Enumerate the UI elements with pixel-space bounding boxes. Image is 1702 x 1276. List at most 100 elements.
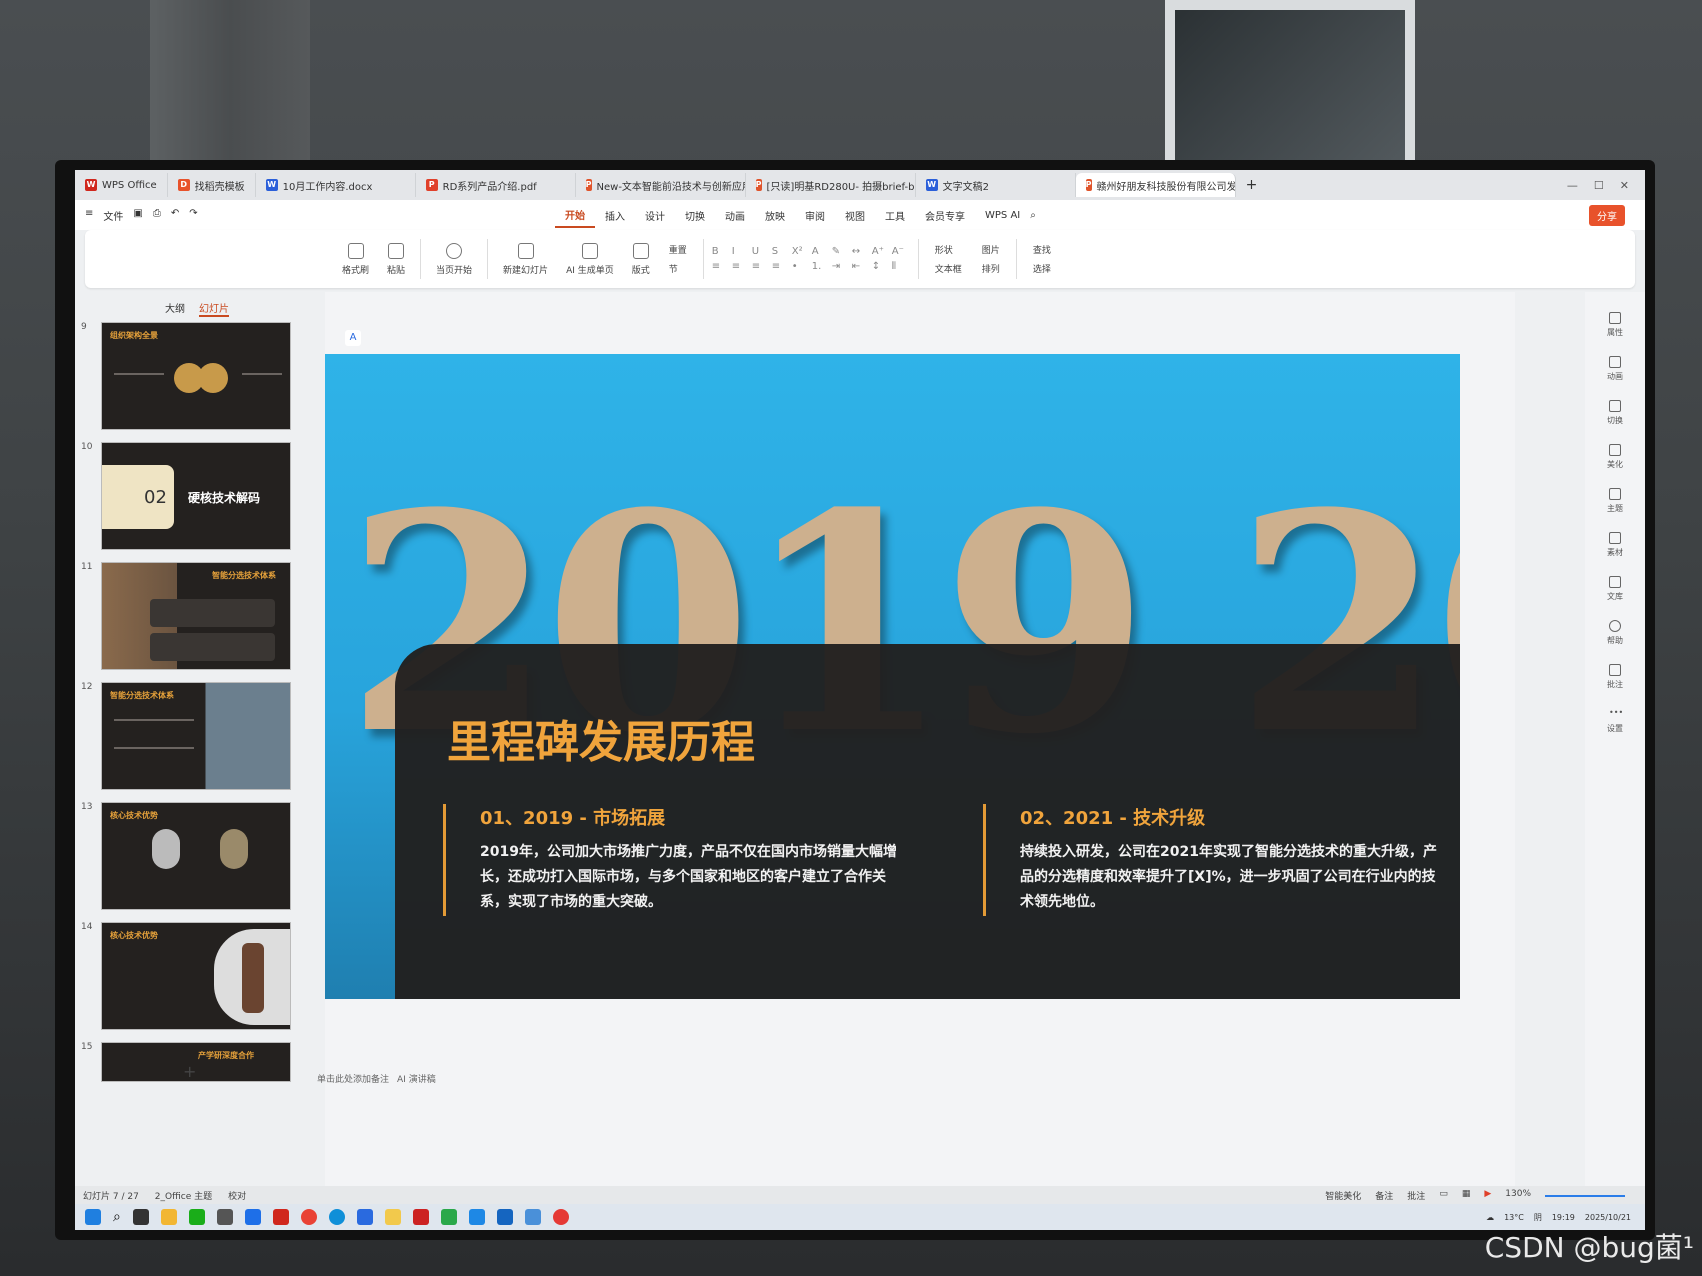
comment-button[interactable]: 批注: [1607, 664, 1623, 690]
thumbnail-row[interactable]: 9 组织架构全景: [81, 322, 291, 430]
paste-button[interactable]: 粘贴: [380, 242, 412, 276]
char-spacing-icon[interactable]: ↔: [852, 246, 870, 257]
clock-date[interactable]: 2025/10/21: [1585, 1213, 1631, 1222]
outdent-icon[interactable]: ⇤: [852, 261, 870, 272]
thumbnail-row[interactable]: 13 核心技术优势: [81, 802, 291, 910]
slide-thumbnail[interactable]: 核心技术优势: [101, 802, 291, 910]
arrange-button[interactable]: 排列: [982, 262, 1000, 275]
indent-icon[interactable]: ⇥: [832, 261, 850, 272]
numbering-icon[interactable]: 1.: [812, 261, 830, 272]
new-slide-button[interactable]: 新建幻灯片: [496, 242, 555, 276]
app-icon[interactable]: [216, 1209, 233, 1225]
align-right-icon[interactable]: ≡: [752, 261, 770, 272]
align-center-icon[interactable]: ≡: [732, 261, 750, 272]
theme-button[interactable]: 主题: [1607, 488, 1623, 514]
milestone-2019[interactable]: 01、2019 - 市场拓展 2019年，公司加大市场推广力度，产品不仅在国内市…: [443, 804, 903, 916]
comments-toggle[interactable]: 批注: [1407, 1189, 1425, 1202]
columns-icon[interactable]: ⫴: [892, 261, 910, 272]
tab-pdf[interactable]: P RD系列产品介绍.pdf: [416, 173, 576, 197]
slide-thumbnail[interactable]: 核心技术优势: [101, 922, 291, 1030]
tab-ppt-new[interactable]: P New-文本智能前沿技术与创新应用...: [576, 173, 746, 197]
reset-button[interactable]: 重置: [669, 243, 687, 256]
hamburger-icon[interactable]: ≡: [85, 208, 93, 223]
slide-title[interactable]: 里程碑发展历程: [447, 706, 755, 770]
file-explorer-icon[interactable]: [160, 1209, 177, 1225]
shape-button[interactable]: 形状: [935, 243, 962, 256]
menu-transition[interactable]: 切换: [675, 204, 715, 227]
notes-toggle[interactable]: 备注: [1375, 1189, 1393, 1202]
menu-view[interactable]: 视图: [835, 204, 875, 227]
tab-ppt-readonly[interactable]: P[只读]明基RD280U- 拍摄brief-bug...: [746, 173, 916, 197]
select-button[interactable]: 选择: [1033, 262, 1051, 275]
app-icon[interactable]: [468, 1209, 485, 1225]
proof-button[interactable]: 校对: [228, 1189, 246, 1202]
animation-button[interactable]: 动画: [1607, 356, 1623, 382]
textbox-button[interactable]: 文本框: [935, 262, 962, 275]
chrome-icon[interactable]: [300, 1209, 317, 1225]
tab-slides[interactable]: 幻灯片: [199, 300, 229, 317]
tab-templates[interactable]: D 找稻壳模板: [168, 173, 256, 197]
menu-animation[interactable]: 动画: [715, 204, 755, 227]
new-tab-button[interactable]: +: [1236, 177, 1268, 193]
format-painter-button[interactable]: 格式刷: [335, 242, 376, 276]
increase-font-icon[interactable]: A⁺: [872, 246, 890, 257]
app-icon[interactable]: [552, 1209, 569, 1225]
help-button[interactable]: 帮助: [1607, 620, 1623, 646]
menu-insert[interactable]: 插入: [595, 204, 635, 227]
thumbnail-row[interactable]: 10 02 硬核技术解码: [81, 442, 291, 550]
redo-icon[interactable]: ↷: [189, 208, 197, 223]
add-slide-button[interactable]: +: [183, 1062, 196, 1081]
underline-icon[interactable]: U: [752, 246, 770, 257]
minimize-icon[interactable]: —: [1567, 179, 1578, 192]
theme-name[interactable]: 2_Office 主题: [155, 1189, 212, 1202]
menu-design[interactable]: 设计: [635, 204, 675, 227]
thumbnail-row[interactable]: 12 智能分选技术体系: [81, 682, 291, 790]
thumbnail-row[interactable]: 14 核心技术优势: [81, 922, 291, 1030]
app-icon[interactable]: [496, 1209, 513, 1225]
maximize-icon[interactable]: ☐: [1594, 179, 1604, 192]
normal-view-icon[interactable]: ▭: [1439, 1189, 1448, 1202]
app-icon[interactable]: [440, 1209, 457, 1225]
smart-beautify-button[interactable]: 智能美化: [1325, 1189, 1361, 1202]
close-icon[interactable]: ✕: [1620, 179, 1629, 192]
menu-member[interactable]: 会员专享: [915, 204, 975, 227]
search-icon[interactable]: ⌕: [1030, 210, 1036, 221]
save-icon[interactable]: ▣: [133, 208, 142, 223]
menu-wps-ai[interactable]: WPS AI: [975, 206, 1030, 225]
find-button[interactable]: 查找: [1033, 243, 1051, 256]
italic-icon[interactable]: I: [732, 246, 750, 257]
app-icon[interactable]: [244, 1209, 261, 1225]
file-menu[interactable]: 文件: [103, 208, 123, 223]
line-spacing-icon[interactable]: ↕: [872, 261, 890, 272]
zoom-slider[interactable]: [1545, 1194, 1625, 1197]
align-left-icon[interactable]: ≡: [712, 261, 730, 272]
app-icon[interactable]: [412, 1209, 429, 1225]
justify-icon[interactable]: ≡: [772, 261, 790, 272]
undo-icon[interactable]: ↶: [171, 208, 179, 223]
beautify-button[interactable]: 美化: [1607, 444, 1623, 470]
slide-thumbnail[interactable]: 智能分选技术体系: [101, 562, 291, 670]
font-color-icon[interactable]: A: [812, 246, 830, 257]
tab-wps-office[interactable]: W WPS Office: [75, 173, 168, 197]
decrease-font-icon[interactable]: A⁻: [892, 246, 910, 257]
assets-button[interactable]: 素材: [1607, 532, 1623, 558]
slide-thumbnail[interactable]: 组织架构全景: [101, 322, 291, 430]
tab-outline[interactable]: 大纲: [165, 300, 185, 317]
print-icon[interactable]: ⎙: [153, 208, 161, 223]
slide[interactable]: 2019 20 里程碑发展历程 01、2019 - 市场拓展 2019年，公司加…: [325, 354, 1460, 999]
windows-start-icon[interactable]: [85, 1209, 101, 1225]
properties-button[interactable]: 属性: [1607, 312, 1623, 338]
play-slideshow-icon[interactable]: ▶: [1484, 1189, 1491, 1202]
menu-home[interactable]: 开始: [555, 203, 595, 228]
notes-placeholder[interactable]: 单击此处添加备注: [317, 1072, 389, 1085]
section-button[interactable]: 节: [669, 262, 687, 275]
tab-doc-work[interactable]: W 10月工作内容.docx: [256, 173, 416, 197]
grid-view-icon[interactable]: ▦: [1462, 1189, 1471, 1202]
menu-tools[interactable]: 工具: [875, 204, 915, 227]
transition-button[interactable]: 切换: [1607, 400, 1623, 426]
tab-ppt-active[interactable]: P赣州好朋友科技股份有限公司发展...: [1075, 173, 1236, 197]
wps-ai-icon[interactable]: A: [345, 330, 361, 346]
tab-doc2[interactable]: W 文字文稿2: [916, 173, 1076, 197]
layout-button[interactable]: 版式: [625, 242, 657, 276]
weather-icon[interactable]: ☁: [1486, 1213, 1494, 1222]
